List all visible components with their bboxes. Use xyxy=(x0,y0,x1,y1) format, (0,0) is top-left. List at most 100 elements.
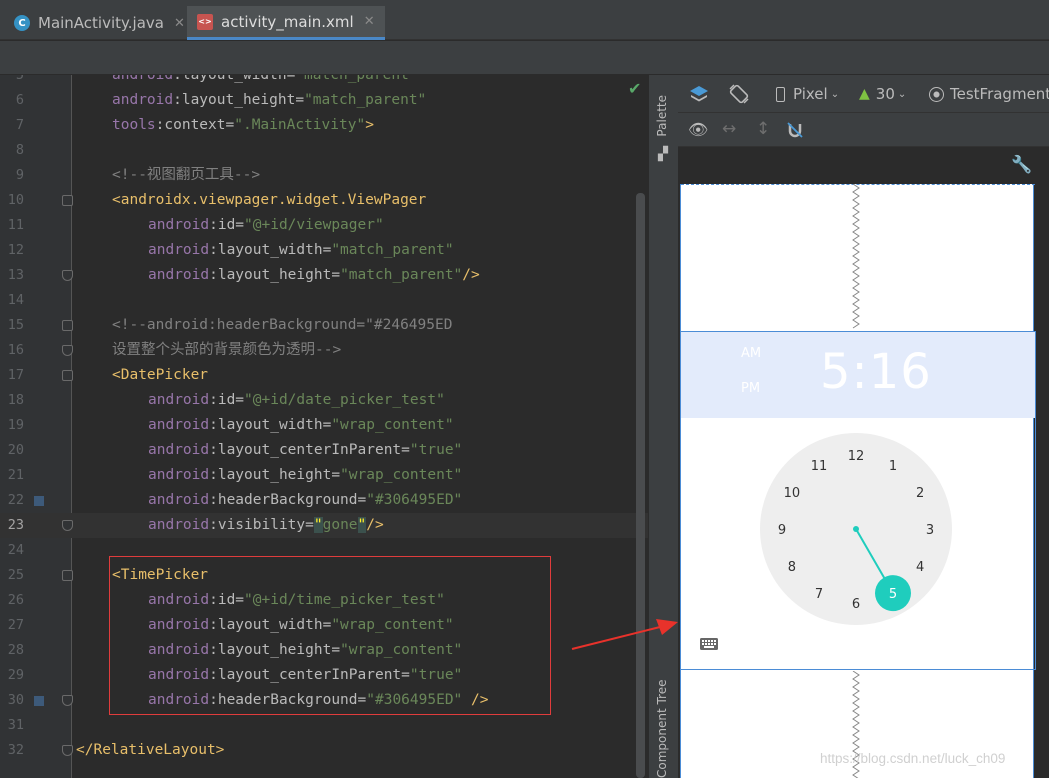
line-number: 10 xyxy=(7,192,24,208)
code-line[interactable]: 16 设置整个头部的背景颜色为透明--> xyxy=(0,338,648,363)
editor-scrollbar[interactable] xyxy=(636,193,645,778)
clock-number[interactable]: 9 xyxy=(778,523,786,538)
close-icon[interactable]: ✕ xyxy=(364,14,375,29)
tab-activity-main-xml[interactable]: <> activity_main.xml ✕ xyxy=(187,6,385,40)
line-number: 19 xyxy=(7,417,24,433)
code-line[interactable]: 21 android:layout_height="wrap_content" xyxy=(0,463,648,488)
code-token: /> xyxy=(462,267,480,283)
code-token: android xyxy=(148,517,210,533)
viewpager-zigzag-top xyxy=(852,184,860,329)
fold-icon[interactable] xyxy=(62,195,73,206)
code-line[interactable]: 20 android:layout_centerInParent="true" xyxy=(0,438,648,463)
line-number: 11 xyxy=(7,217,24,233)
code-token: <androidx.viewpager.widget.ViewPager xyxy=(112,192,427,208)
code-token: gone xyxy=(322,517,358,533)
clock-number[interactable]: 1 xyxy=(889,459,897,474)
clock-number[interactable]: 2 xyxy=(916,486,924,501)
color-marker-icon[interactable] xyxy=(34,696,44,706)
code-line[interactable]: 8 xyxy=(0,138,648,163)
clock-number[interactable]: 4 xyxy=(916,560,924,575)
clock-number[interactable]: 8 xyxy=(788,560,796,575)
color-marker-icon[interactable] xyxy=(34,496,44,506)
code-token: " xyxy=(313,517,323,533)
clock-number[interactable]: 6 xyxy=(852,597,860,612)
line-number: 17 xyxy=(7,367,24,383)
api-level-selector[interactable]: ▲ 30 ⌄ xyxy=(859,75,906,113)
fold-icon[interactable] xyxy=(62,520,73,531)
code-line[interactable]: 18 android:id="@+id/date_picker_test" xyxy=(0,388,648,413)
device-preview[interactable]: AM PM 5:16 12 1 2 3 4 6 7 8 9 10 11 5 xyxy=(680,184,1036,778)
am-label[interactable]: AM xyxy=(741,346,761,361)
keyboard-icon[interactable] xyxy=(699,637,719,651)
code-line[interactable]: 17 <DatePicker xyxy=(0,363,648,388)
design-toolbar: Pixel ⌄ ▲ 30 ⌄ TestFragment xyxy=(678,75,1049,113)
code-token: android xyxy=(148,442,210,458)
view-options-toolbar: 👁 ↔ ↕ xyxy=(678,113,1049,147)
code-line[interactable]: 5 android:layout_width="match_parent" xyxy=(0,75,648,88)
pm-label[interactable]: PM xyxy=(741,381,760,396)
layers-icon[interactable] xyxy=(688,75,710,113)
tab-main-activity[interactable]: C MainActivity.java ✕ xyxy=(4,6,195,40)
code-line[interactable]: 32 </RelativeLayout> xyxy=(0,738,648,763)
line-number: 20 xyxy=(7,442,24,458)
fold-icon[interactable] xyxy=(62,320,73,331)
clock-number[interactable]: 10 xyxy=(784,486,801,501)
horizontal-arrows-icon[interactable]: ↔ xyxy=(722,119,736,139)
timepicker-preview[interactable]: AM PM 5:16 12 1 2 3 4 6 7 8 9 10 11 5 xyxy=(680,331,1036,670)
code-token: android xyxy=(148,267,210,283)
code-token: :id= xyxy=(209,392,245,408)
line-number: 26 xyxy=(7,592,24,608)
code-token: "wrap_content" xyxy=(340,467,463,483)
code-line[interactable]: 11 android:id="@+id/viewpager" xyxy=(0,213,648,238)
device-selector[interactable]: Pixel ⌄ xyxy=(776,75,839,113)
code-editor[interactable]: 5 android:layout_width="match_parent" 6 and… xyxy=(0,75,648,778)
clock-face[interactable]: 12123467891011 5 xyxy=(759,432,953,626)
code-token: <DatePicker xyxy=(112,367,209,383)
fold-icon[interactable] xyxy=(62,695,73,706)
fold-icon[interactable] xyxy=(62,345,73,356)
magnet-off-icon[interactable] xyxy=(786,121,804,139)
palette-tab[interactable]: Palette xyxy=(655,95,669,137)
code-token: :layout_height= xyxy=(209,267,341,283)
clock-number[interactable]: 12 xyxy=(848,449,865,464)
fold-icon[interactable] xyxy=(62,570,73,581)
code-token: android xyxy=(148,467,210,483)
line-number: 15 xyxy=(7,317,24,333)
orientation-icon[interactable] xyxy=(728,75,750,113)
code-line[interactable]: 6 android:layout_height="match_parent" xyxy=(0,88,648,113)
component-tree-tab[interactable]: Component Tree xyxy=(655,665,669,778)
design-canvas[interactable]: 🔧 AM PM 5:16 12 1 2 3 4 6 7 8 9 10 11 5 xyxy=(678,147,1049,778)
fold-icon[interactable] xyxy=(62,370,73,381)
code-line[interactable]: 13 android:layout_height="match_parent"/> xyxy=(0,263,648,288)
code-token: "wrap_content" xyxy=(331,417,454,433)
inspection-ok-icon: ✔ xyxy=(628,79,642,98)
clock-number[interactable]: 11 xyxy=(811,459,828,474)
code-line[interactable]: 12 android:layout_width="match_parent" xyxy=(0,238,648,263)
line-number: 8 xyxy=(15,142,24,158)
fold-icon[interactable] xyxy=(62,270,73,281)
code-text: android:layout_width="match_parent" xyxy=(112,75,418,88)
code-token: :layout_height= xyxy=(209,467,341,483)
code-line[interactable]: 7 tools:context=".MainActivity"> xyxy=(0,113,648,138)
code-line[interactable]: 22 android:headerBackground="#306495ED" xyxy=(0,488,648,513)
code-line[interactable]: 14 xyxy=(0,288,648,313)
code-token: "match_parent" xyxy=(340,267,463,283)
code-line[interactable]: 9 <!--视图翻页工具--> xyxy=(0,163,648,188)
code-line[interactable]: 19 android:layout_width="wrap_content" xyxy=(0,413,648,438)
close-icon[interactable]: ✕ xyxy=(174,16,185,31)
clock-number[interactable]: 7 xyxy=(815,587,823,602)
vertical-arrows-icon[interactable]: ↕ xyxy=(756,119,770,139)
eye-icon[interactable]: 👁 xyxy=(688,120,708,139)
code-line[interactable]: 10 <androidx.viewpager.widget.ViewPager xyxy=(0,188,648,213)
code-text: android:visibility="gone"/> xyxy=(148,513,384,538)
wrench-icon[interactable]: 🔧 xyxy=(1011,155,1032,175)
code-line[interactable]: 31 xyxy=(0,713,648,738)
code-line[interactable]: 23 android:visibility="gone"/> xyxy=(0,513,648,538)
time-display[interactable]: 5:16 xyxy=(820,344,932,400)
line-number: 22 xyxy=(7,492,24,508)
theme-selector[interactable]: TestFragment xyxy=(929,75,1049,113)
code-line[interactable]: 15 <!--android:headerBackground="#246495E… xyxy=(0,313,648,338)
clock-number[interactable]: 3 xyxy=(926,523,934,538)
code-token: android xyxy=(112,75,174,83)
fold-icon[interactable] xyxy=(62,745,73,756)
